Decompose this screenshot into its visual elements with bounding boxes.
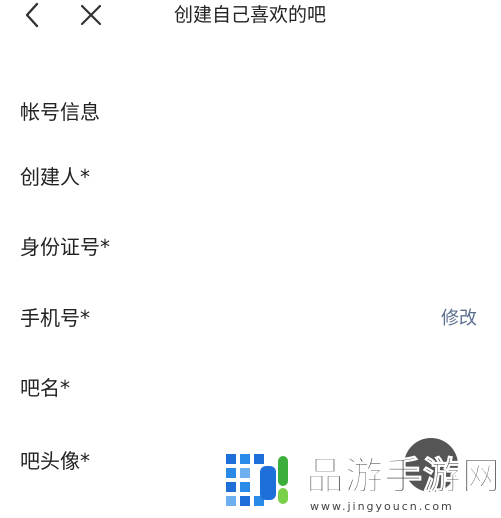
section-title-account-info: 帐号信息 <box>20 100 100 124</box>
top-bar: 创建自己喜欢的吧 <box>0 0 501 30</box>
phone-label: 手机号* <box>20 306 90 330</box>
form-row-phone: 手机号* 修改 <box>0 298 501 338</box>
watermark-brand: 晶游手游网 <box>306 454 501 499</box>
bar-avatar-label: 吧头像* <box>20 449 90 473</box>
watermark-logo-icon <box>226 454 288 506</box>
chevron-left-icon <box>25 2 39 28</box>
page-title: 创建自己喜欢的吧 <box>173 4 326 26</box>
edit-phone-link[interactable]: 修改 <box>441 306 477 332</box>
faint-divider <box>90 36 180 44</box>
back-button[interactable] <box>18 0 48 30</box>
watermark: 晶游手游网 www.jingyoucn.com <box>222 450 501 518</box>
close-icon <box>80 4 102 26</box>
id-number-label: 身份证号* <box>20 235 110 259</box>
form-row-bar-name[interactable]: 吧名* <box>0 368 501 408</box>
creator-label: 创建人* <box>20 165 90 189</box>
close-button[interactable] <box>76 0 106 30</box>
form-row-creator[interactable]: 创建人* <box>0 157 501 197</box>
watermark-url: www.jingyoucn.com <box>310 500 454 513</box>
bar-name-label: 吧名* <box>20 376 70 400</box>
form-row-id-number[interactable]: 身份证号* <box>0 227 501 267</box>
